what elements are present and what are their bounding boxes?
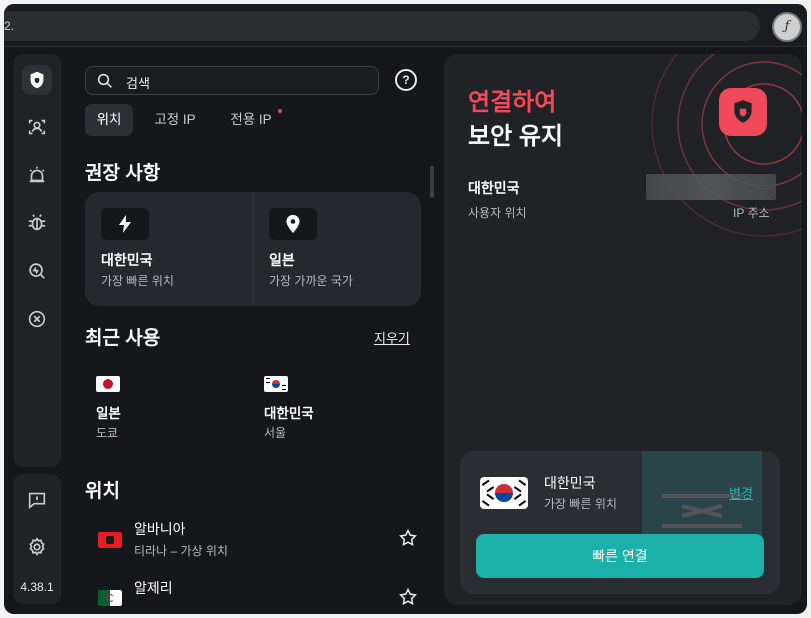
location-pin-icon [269, 208, 317, 240]
block-icon [28, 310, 46, 328]
search-pulse-icon [29, 263, 45, 279]
alert-nav-button[interactable] [22, 160, 52, 190]
user-scan-icon [28, 119, 46, 135]
profile-avatar[interactable]: ƒ [772, 12, 802, 42]
search-icon [97, 73, 112, 88]
feedback-icon [28, 492, 46, 510]
recent-country: 대한민국 [264, 406, 314, 421]
recommended-heading: 권장 사항 [85, 163, 161, 184]
location-country: 알바니아 [134, 521, 186, 537]
recommended-title: 일본 [269, 252, 295, 268]
shield-icon [734, 100, 752, 123]
alarm-icon [29, 166, 45, 183]
ip-address-label: IP 주소 [733, 206, 770, 220]
recommended-subtitle: 가장 빠른 위치 [101, 274, 174, 288]
connect-shield-button[interactable] [719, 88, 767, 136]
scan-nav-button[interactable] [22, 256, 52, 286]
locations-heading: 위치 [85, 481, 120, 502]
user-location-label: 사용자 위치 [468, 206, 527, 220]
recommended-card: 대한민국 가장 빠른 위치 일본 가장 가까운 국가 [85, 192, 421, 306]
sidebar [13, 54, 61, 467]
quick-connect-subtitle: 가장 빠른 위치 [544, 497, 617, 511]
tab-dedicated-ip[interactable]: 전용 IP [221, 104, 281, 136]
location-country: 알제리 [134, 580, 173, 596]
app-version: 4.38.1 [20, 580, 54, 594]
quick-connect-country: 대한민국 [544, 475, 596, 491]
profile-glyph: ƒ [784, 19, 790, 34]
user-location-value: 대한민국 [468, 180, 520, 196]
recommended-title: 대한민국 [101, 252, 153, 268]
tab-location[interactable]: 위치 [85, 104, 133, 136]
quick-connect-button[interactable]: 빠른 연결 [476, 534, 764, 578]
block-nav-button[interactable] [22, 304, 52, 334]
shield-icon [30, 71, 44, 89]
location-detail: 티라나 – 가상 위치 [134, 544, 228, 558]
identity-nav-button[interactable] [22, 112, 52, 142]
scrollbar-thumb[interactable] [430, 166, 434, 198]
recent-city: 도쿄 [96, 426, 119, 440]
recent-city: 서울 [264, 426, 287, 440]
quick-connect-card: 대한민국 가장 빠른 위치 변경 빠른 연결 [460, 451, 780, 594]
japan-flag [96, 376, 120, 392]
new-badge-dot [278, 109, 282, 113]
korea-flag [480, 477, 528, 509]
gear-icon [29, 537, 45, 556]
address-bar[interactable]: 2. [4, 11, 760, 41]
status-title-line1: 연결하여 [468, 89, 557, 116]
albania-flag [98, 532, 122, 548]
connection-status-panel: 연결하여 보안 유지 대한민국 사용자 위치 IP 주소 대한민국 가장 빠른 … [444, 54, 802, 605]
search-input[interactable]: 검색 [85, 66, 379, 95]
location-panel: 검색 ? 위치 고정 IP 전용 IP 권장 사항 대한민국 가장 빠른 위치 [74, 46, 434, 614]
recent-country: 일본 [96, 406, 121, 421]
clear-recent-link[interactable]: 지우기 [374, 328, 410, 347]
search-placeholder: 검색 [126, 76, 150, 91]
threat-nav-button[interactable] [22, 208, 52, 238]
top-bar: 2. ƒ [4, 4, 807, 47]
address-text: 2. [4, 19, 15, 33]
radar-rings-decoration [651, 54, 802, 237]
settings-button[interactable] [22, 532, 52, 562]
favorite-star-icon[interactable] [398, 528, 418, 548]
bug-icon [28, 214, 46, 231]
lightning-icon [101, 208, 149, 240]
sidebar-bottom: 4.38.1 [13, 474, 61, 604]
shield-nav-button[interactable] [22, 65, 52, 95]
ip-address-redacted [646, 174, 776, 200]
favorite-star-icon[interactable] [398, 587, 418, 607]
change-location-link[interactable]: 변경 [729, 483, 753, 502]
algeria-flag [98, 590, 122, 606]
korea-flag [264, 376, 288, 392]
help-icon[interactable]: ? [395, 69, 417, 91]
tab-static-ip[interactable]: 고정 IP [145, 104, 205, 136]
vpn-app-window: 2. ƒ 4.38.1 검색 ? 위치 고정 IP 전용 IP 권장 사항 대한… [4, 4, 807, 614]
feedback-button[interactable] [22, 485, 52, 515]
recommended-subtitle: 가장 가까운 국가 [269, 274, 353, 288]
status-title-line2: 보안 유지 [468, 123, 563, 150]
recent-heading: 최근 사용 [85, 328, 161, 349]
card-divider [253, 192, 254, 306]
